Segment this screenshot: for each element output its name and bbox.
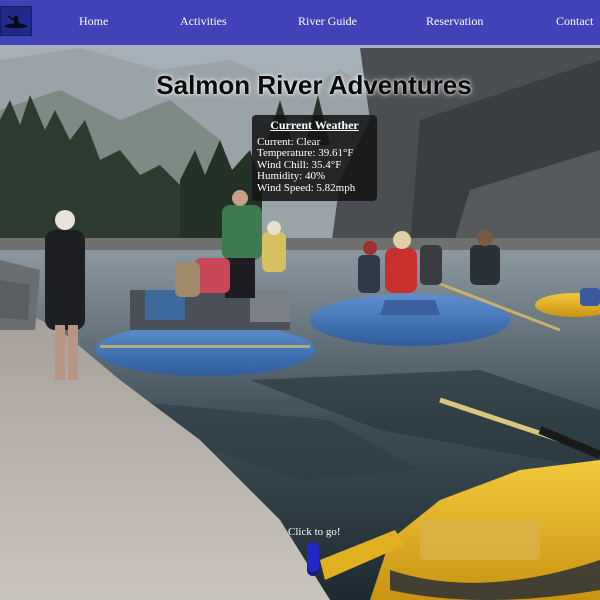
weather-title: Current Weather — [270, 118, 359, 132]
nav-contact-link[interactable]: Contact — [556, 0, 593, 45]
nav-reservation-link[interactable]: Reservation — [426, 0, 483, 45]
page-title: Salmon River Adventures — [156, 70, 472, 100]
page: Home Activities River Guide Reservation … — [0, 0, 600, 600]
kayak-icon — [5, 15, 27, 29]
top-navbar: Home Activities River Guide Reservation … — [0, 0, 600, 45]
weather-wind-speed: Wind Speed: 5.82mph — [257, 181, 356, 194]
site-logo[interactable] — [0, 6, 32, 36]
nav-activities-link[interactable]: Activities — [180, 0, 227, 45]
go-button[interactable] — [307, 542, 319, 576]
weather-humidity: Humidity: 40% — [257, 170, 326, 182]
cta-label: Click to go! — [288, 526, 341, 538]
nav-home-link[interactable]: Home — [79, 0, 108, 45]
weather-temperature: Temperature: 39.61°F — [257, 147, 354, 159]
weather-panel: Current Weather Current: Clear Temperatu… — [252, 115, 377, 201]
nav-river-guide-link[interactable]: River Guide — [298, 0, 357, 45]
